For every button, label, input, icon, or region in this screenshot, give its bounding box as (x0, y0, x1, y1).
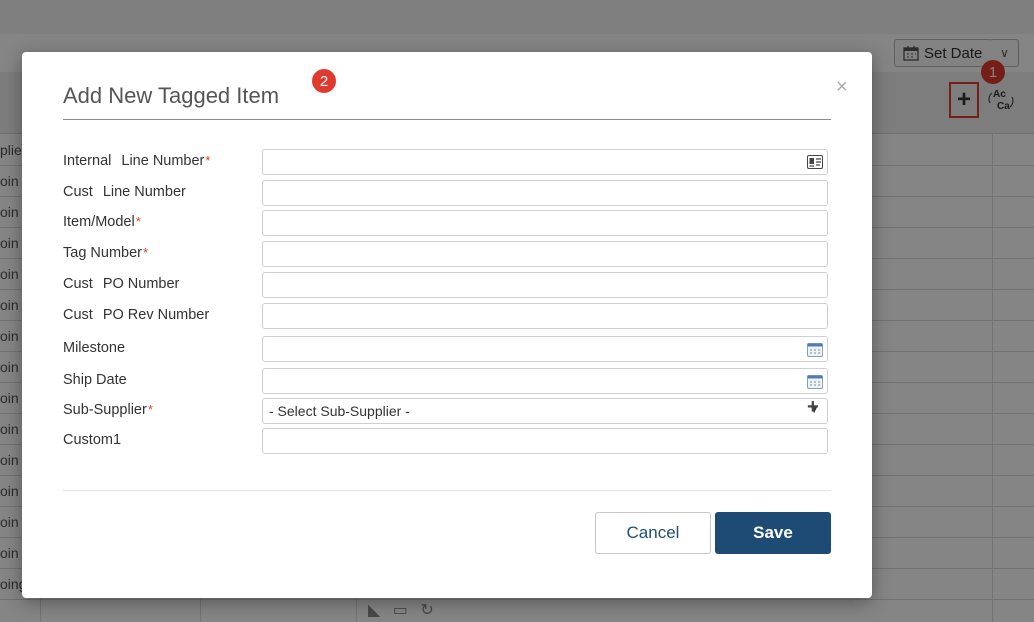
required-asterisk: * (142, 245, 149, 260)
form-row: Custom1 (63, 428, 831, 454)
text-field (262, 336, 828, 362)
form-row: Internal Line Number* (63, 149, 831, 175)
text-input[interactable] (263, 429, 827, 453)
footer-divider (63, 490, 831, 491)
field-label-prefix: Internal (63, 153, 112, 169)
field-label: Sub-Supplier* (63, 402, 153, 418)
form-row: Sub-Supplier* - Select Sub-Supplier - ▼ + (63, 396, 831, 424)
field-label-text: Ship Date (63, 372, 127, 388)
field-label-prefix: Cust (63, 184, 93, 200)
sub-supplier-select[interactable]: - Select Sub-Supplier - ▼ (262, 398, 828, 424)
field-label-prefix: Cust (63, 276, 93, 292)
field-label: Custom1 (63, 432, 121, 448)
field-label: Cust Line Number (63, 184, 186, 200)
text-field (262, 272, 828, 298)
field-label-text: Item/Model (63, 214, 135, 230)
required-asterisk: * (147, 402, 153, 417)
field-label: Milestone (63, 340, 125, 356)
text-input[interactable] (263, 304, 827, 328)
text-field (262, 303, 828, 329)
field-label-text: Tag Number (63, 245, 142, 261)
field-label: Ship Date (63, 372, 127, 388)
field-label-text: Sub-Supplier (63, 402, 147, 418)
form-row: Tag Number* (63, 241, 831, 267)
field-label: Tag Number* (63, 245, 148, 261)
form-row: Item/Model* (63, 210, 831, 236)
text-field (262, 368, 828, 394)
calendar-icon[interactable] (807, 342, 823, 357)
text-input[interactable] (263, 337, 827, 361)
text-input[interactable] (263, 150, 827, 174)
contact-card-icon[interactable] (807, 155, 823, 169)
field-label-text: PO Rev Number (102, 307, 210, 323)
form-row: Cust PO Number (63, 272, 831, 298)
required-asterisk: * (205, 153, 211, 168)
text-field (262, 180, 828, 206)
text-input[interactable] (263, 242, 827, 266)
text-field (262, 210, 828, 236)
field-label-prefix: Cust (63, 307, 93, 323)
add-tagged-item-dialog: Add New Tagged Item 2 × Internal Line Num… (22, 52, 872, 598)
field-label: Cust PO Number (63, 276, 179, 292)
required-asterisk: * (135, 214, 141, 229)
field-label-text: PO Number (102, 276, 180, 292)
calendar-icon[interactable] (807, 374, 823, 389)
form-row: Milestone (63, 336, 831, 362)
cancel-button[interactable]: Cancel (595, 512, 711, 554)
field-label-text: Custom1 (63, 432, 122, 448)
save-button[interactable]: Save (715, 512, 831, 554)
text-field (262, 428, 828, 454)
form-row: Cust Line Number (63, 180, 831, 206)
add-sub-supplier-icon[interactable]: + (807, 396, 819, 419)
text-input[interactable] (263, 369, 827, 393)
field-label-text: Line Number (121, 153, 205, 169)
text-input[interactable] (263, 273, 827, 297)
dialog-title: Add New Tagged Item (63, 83, 280, 108)
field-label-text: Line Number (102, 184, 186, 200)
step-marker-2: 2 (312, 69, 336, 93)
text-field (262, 149, 828, 175)
field-label: Item/Model* (63, 214, 141, 230)
text-input[interactable] (263, 181, 827, 205)
field-label-text: Milestone (63, 340, 126, 356)
select-value: - Select Sub-Supplier - (269, 403, 410, 419)
field-label: Cust PO Rev Number (63, 307, 209, 323)
form-row: Ship Date (63, 368, 831, 394)
form-row: Cust PO Rev Number (63, 303, 831, 329)
text-field (262, 241, 828, 267)
close-icon[interactable]: × (836, 76, 848, 99)
text-input[interactable] (263, 211, 827, 235)
field-label: Internal Line Number* (63, 153, 210, 169)
title-divider (63, 119, 831, 120)
